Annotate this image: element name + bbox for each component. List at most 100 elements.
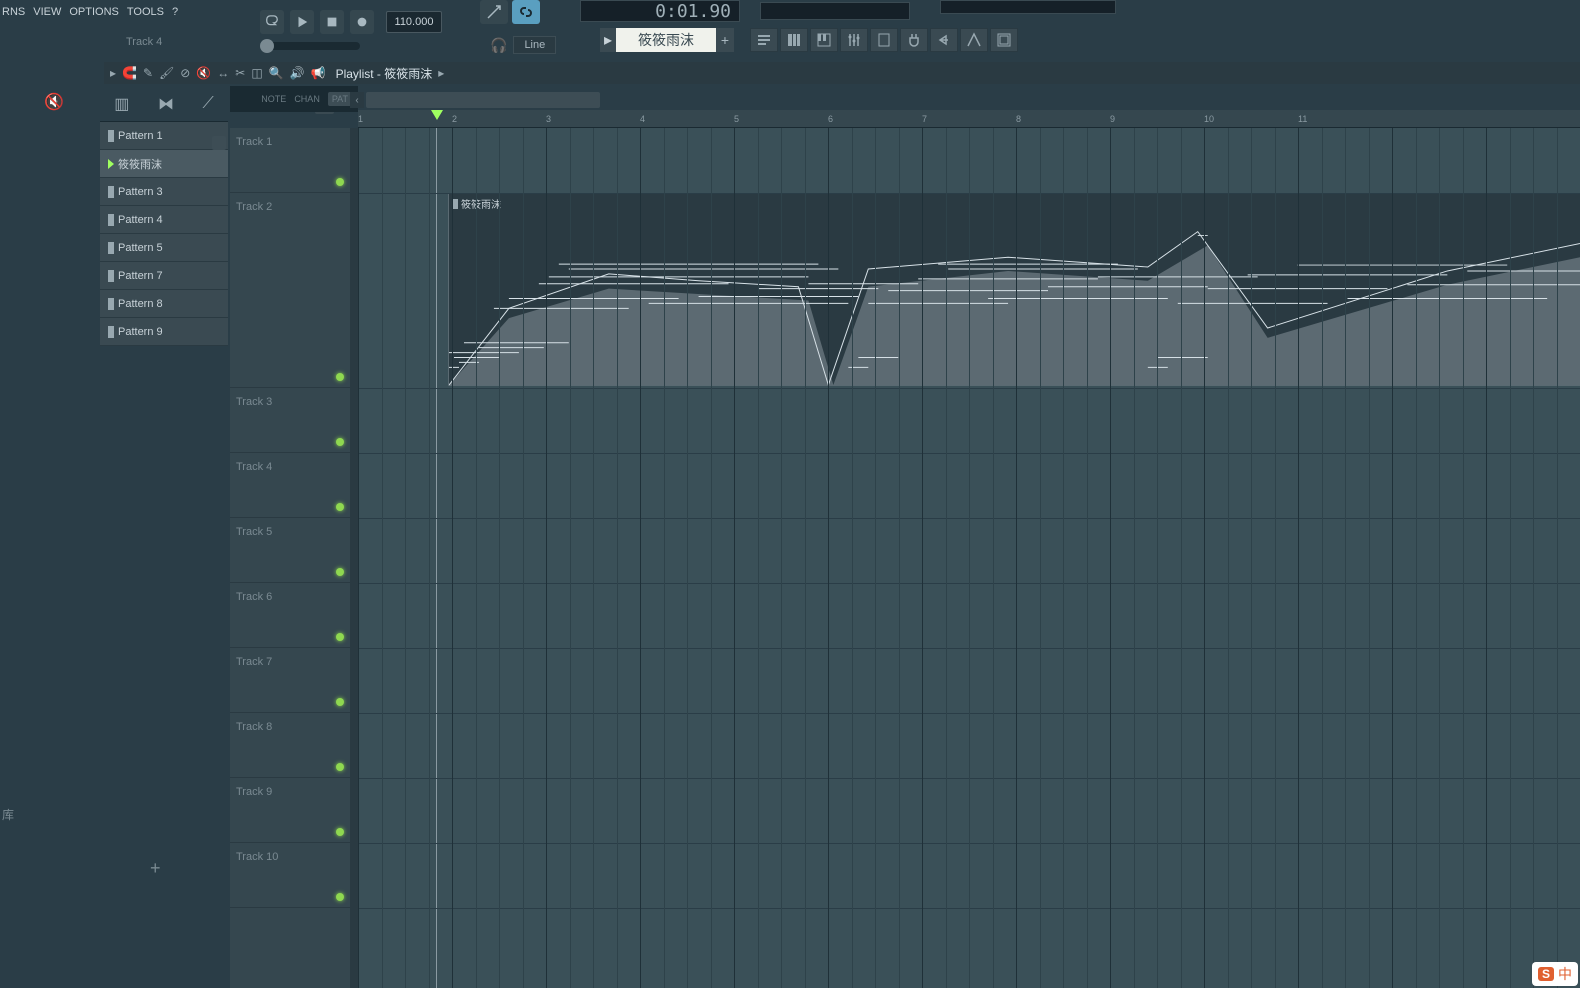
link-active-icon[interactable] [512, 0, 540, 24]
pattern-item[interactable]: Pattern 9 [100, 318, 228, 346]
track-enable-dot[interactable] [336, 503, 344, 511]
pat-tab[interactable]: PAT [328, 92, 352, 106]
menu-rns[interactable]: RNS [2, 6, 25, 18]
midi-link-icon[interactable] [480, 0, 508, 24]
track-header[interactable]: Track 10 [230, 843, 350, 908]
track-header[interactable]: Track 4 [230, 453, 350, 518]
track-header[interactable]: Track 6 [230, 583, 350, 648]
pattern-item[interactable]: Pattern 7 [100, 262, 228, 290]
brush-icon[interactable]: 🖌 [159, 66, 174, 80]
pattern-item[interactable]: Pattern 3 [100, 178, 228, 206]
menu-tools[interactable]: TOOLS [127, 6, 164, 18]
lib-label[interactable]: 库 [2, 806, 14, 823]
pattern-item[interactable]: Pattern 1 [100, 122, 228, 150]
track-enable-dot[interactable] [336, 178, 344, 186]
bar-number: 11 [1298, 114, 1307, 124]
pattern-mode-tabs: ▥ ⧓ ⟋ [100, 86, 228, 122]
output-meter [940, 0, 1116, 14]
track-separator[interactable] [350, 128, 358, 988]
piano-roll-icon[interactable] [810, 28, 838, 52]
pattern-prev[interactable]: ▸ [600, 28, 616, 52]
play-button[interactable] [290, 10, 314, 34]
track-name: Track 7 [236, 656, 272, 668]
pattern-item[interactable]: Pattern 8 [100, 290, 228, 318]
pattern-add-button[interactable]: + [716, 28, 734, 52]
track-name: Track 8 [236, 721, 272, 733]
track-header[interactable]: Track 7 [230, 648, 350, 713]
ruler-scroll-left[interactable]: ‹ [350, 92, 364, 108]
slip-icon[interactable]: ↔ [217, 66, 229, 80]
playlist-titlebar: ▸ 🧲 ✎ 🖌 ⊘ 🔇 ↔ ✂ ◫ 🔍 🔊 📢 Playlist - 筱筱雨沫 … [104, 62, 1580, 84]
track-enable-dot[interactable] [336, 438, 344, 446]
track-enable-dot[interactable] [336, 373, 344, 381]
pattern-item[interactable]: Pattern 5 [100, 234, 228, 262]
bar-number: 4 [640, 114, 645, 124]
visualizer[interactable] [760, 2, 910, 20]
record-button[interactable] [350, 10, 374, 34]
add-pattern-button[interactable]: + [150, 858, 161, 879]
track-enable-dot[interactable] [336, 893, 344, 901]
audio-mode-icon[interactable]: ⧓ [158, 94, 174, 114]
select-icon[interactable]: ◫ [251, 66, 262, 80]
pattern-name-field[interactable]: 筱筱雨沫 [616, 28, 716, 52]
timeline-ruler[interactable]: 1234567891011 [358, 110, 1580, 128]
track-header[interactable]: Track 9 [230, 778, 350, 843]
plugin-icon[interactable] [900, 28, 928, 52]
menu-view[interactable]: VIEW [33, 6, 61, 18]
pattern-clip[interactable]: 筱筱雨沫 [448, 193, 1580, 386]
note-tab[interactable]: NOTE [261, 94, 286, 104]
pl-menu-arrow-icon[interactable]: ▸ [110, 66, 116, 80]
disable-icon[interactable]: ⊘ [180, 66, 190, 80]
save-icon[interactable] [960, 28, 988, 52]
playlist-title-arrow[interactable]: ▸ [438, 66, 444, 80]
ime-badge[interactable]: S 中 [1532, 962, 1578, 986]
track-enable-dot[interactable] [336, 763, 344, 771]
slice-icon[interactable]: ✂ [235, 66, 245, 80]
playback-icon[interactable]: 🔊 [290, 66, 305, 80]
tempo-field[interactable]: 110.000 [386, 11, 442, 33]
bar-number: 8 [1016, 114, 1021, 124]
loop-button[interactable] [260, 10, 284, 34]
piano-mode-icon[interactable]: ▥ [114, 94, 129, 114]
track-header[interactable]: Track 3 [230, 388, 350, 453]
speaker-icon[interactable]: 📢 [311, 66, 326, 80]
mixer-icon[interactable] [840, 28, 868, 52]
track-name: Track 1 [236, 136, 272, 148]
track-enable-dot[interactable] [336, 633, 344, 641]
mute-tool-icon[interactable]: 🔇 [196, 66, 211, 80]
mute-icon[interactable]: 🔇 [44, 92, 64, 112]
slider[interactable] [260, 42, 360, 50]
track-header[interactable]: Track 1 [230, 128, 350, 193]
channel-rack-icon[interactable] [780, 28, 808, 52]
pattern-item[interactable]: Pattern 4 [100, 206, 228, 234]
scroll-pad[interactable] [212, 136, 226, 150]
pencil-icon[interactable]: ✎ [143, 66, 153, 80]
browser-icon[interactable] [870, 28, 898, 52]
track-header[interactable]: Track 2 [230, 193, 350, 388]
auto-mode-icon[interactable]: ⟋ [202, 95, 213, 113]
track-enable-dot[interactable] [336, 828, 344, 836]
time-display[interactable]: 0:01.90 [580, 0, 740, 22]
playlist-grid[interactable]: 筱筱雨沫 [358, 128, 1580, 988]
render-icon[interactable] [990, 28, 1018, 52]
undo-icon[interactable] [930, 28, 958, 52]
transport: 110.000 [260, 10, 442, 34]
horizontal-scrollbar[interactable] [366, 92, 600, 108]
menu-options[interactable]: OPTIONS [69, 6, 119, 18]
menu-help[interactable]: ? [172, 6, 178, 18]
snap-row: 🎧 Line [490, 36, 556, 54]
snap-label[interactable]: Line [513, 36, 556, 54]
stop-button[interactable] [320, 10, 344, 34]
track-enable-dot[interactable] [336, 698, 344, 706]
pattern-item[interactable]: 筱筱雨沫 [100, 150, 228, 178]
track-name: Track 5 [236, 526, 272, 538]
playlist-window-icon[interactable] [750, 28, 778, 52]
magnet-icon[interactable]: 🧲 [122, 66, 137, 80]
zoom-icon[interactable]: 🔍 [269, 66, 284, 80]
track-header[interactable]: Track 5 [230, 518, 350, 583]
track-header[interactable]: Track 8 [230, 713, 350, 778]
chan-tab[interactable]: CHAN [294, 94, 320, 104]
playhead-marker[interactable] [431, 110, 443, 120]
headphone-icon[interactable]: 🎧 [490, 37, 507, 54]
track-enable-dot[interactable] [336, 568, 344, 576]
